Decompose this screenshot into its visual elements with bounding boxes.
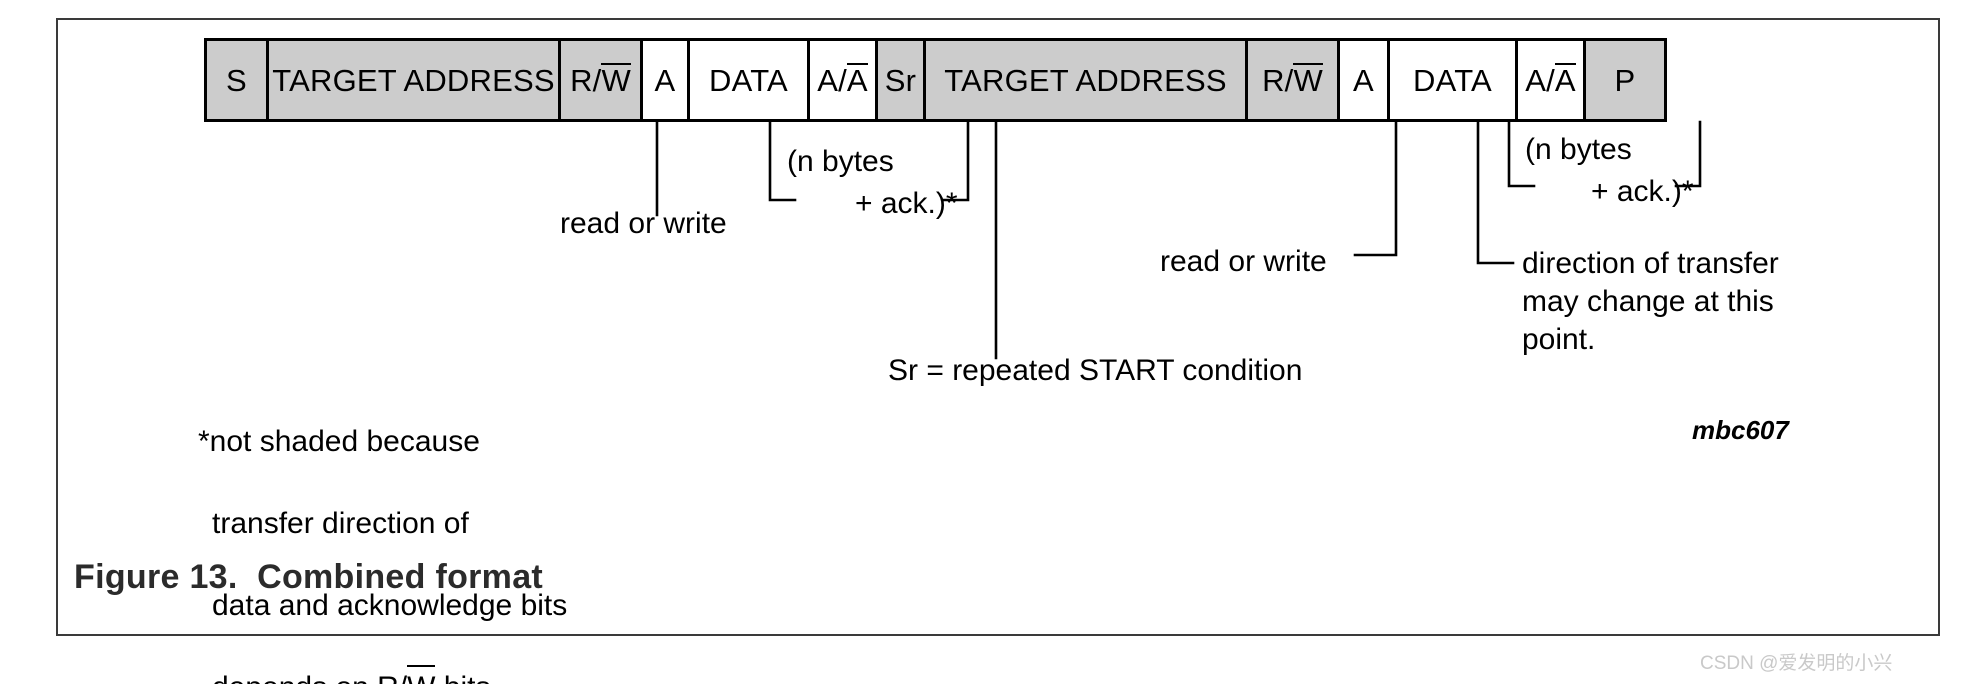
csdn-watermark: CSDN @爱发明的小兴 — [1700, 653, 1893, 674]
annotation-read-or-write-left: read or write — [560, 207, 727, 240]
packet-field-label: A — [654, 62, 676, 98]
figure-id-label: mbc607 — [1692, 415, 1789, 445]
footnote-line-2: transfer direction of — [212, 507, 469, 540]
footnote-line-4-overline-w: W — [407, 665, 436, 684]
figure-page: S TARGET ADDRESS R/W A DATA A/A Sr TARGET ADDRE… — [0, 0, 1962, 684]
packet-field-label: A — [1353, 62, 1374, 98]
footnote-line-4-suffix: bits. — [435, 671, 499, 684]
packet-field-8: R/W — [1248, 41, 1340, 119]
footnote-block: *not shaded because transfer direction o… — [198, 380, 567, 684]
packet-field-label: P — [1614, 62, 1636, 98]
packet-field-0: S — [207, 41, 269, 119]
packet-field-5: A/A — [810, 41, 878, 119]
footnote-line-4-prefix: depends on R/ — [212, 671, 407, 684]
packet-field-overline-label: W — [601, 62, 632, 98]
annotation-n-bytes-right-line2: + ack.)* — [1591, 175, 1694, 208]
packet-field-label: DATA — [1413, 62, 1492, 98]
packet-field-overline-label: A — [1554, 62, 1576, 98]
packet-field-label: DATA — [709, 62, 788, 98]
packet-field-label: A/ — [817, 62, 847, 98]
packet-field-overline-label: A — [846, 62, 868, 98]
footnote-line-4: depends on R/W bits. — [212, 665, 567, 684]
packet-field-label: R/ — [570, 62, 602, 98]
packet-field-1: TARGET ADDRESS — [269, 41, 561, 119]
packet-field-label: TARGET ADDRESS — [944, 62, 1227, 98]
annotation-n-bytes-left-line1: (n bytes — [787, 145, 894, 178]
packet-field-label: S — [226, 62, 247, 98]
footnote-line-1: *not shaded because — [198, 425, 480, 458]
packet-field-label: R/ — [1262, 62, 1294, 98]
packet-field-6: Sr — [878, 41, 926, 119]
packet-field-3: A — [643, 41, 690, 119]
packet-field-label: TARGET ADDRESS — [272, 62, 555, 98]
annotation-sr-definition: Sr = repeated START condition — [888, 354, 1303, 387]
annotation-direction-of-transfer: direction of transfer may change at this… — [1522, 247, 1779, 356]
packet-field-label: Sr — [884, 62, 917, 98]
packet-field-2: R/W — [561, 41, 643, 119]
packet-field-overline-label: W — [1293, 62, 1324, 98]
packet-field-7: TARGET ADDRESS — [926, 41, 1248, 119]
packet-field-label: A/ — [1525, 62, 1555, 98]
packet-field-4: DATA — [690, 41, 810, 119]
figure-caption: Figure 13. Combined format — [74, 558, 544, 596]
annotation-n-bytes-left-line2: + ack.)* — [855, 187, 958, 220]
packet-field-9: A — [1340, 41, 1390, 119]
packet-field-11: A/A — [1518, 41, 1586, 119]
packet-field-10: DATA — [1390, 41, 1518, 119]
packet-field-12: P — [1586, 41, 1664, 119]
i2c-frame-strip: S TARGET ADDRESS R/W A DATA A/A Sr TARGET ADDRE… — [204, 38, 1667, 122]
annotation-read-or-write-right: read or write — [1160, 245, 1327, 278]
annotation-n-bytes-right-line1: (n bytes — [1525, 133, 1632, 166]
